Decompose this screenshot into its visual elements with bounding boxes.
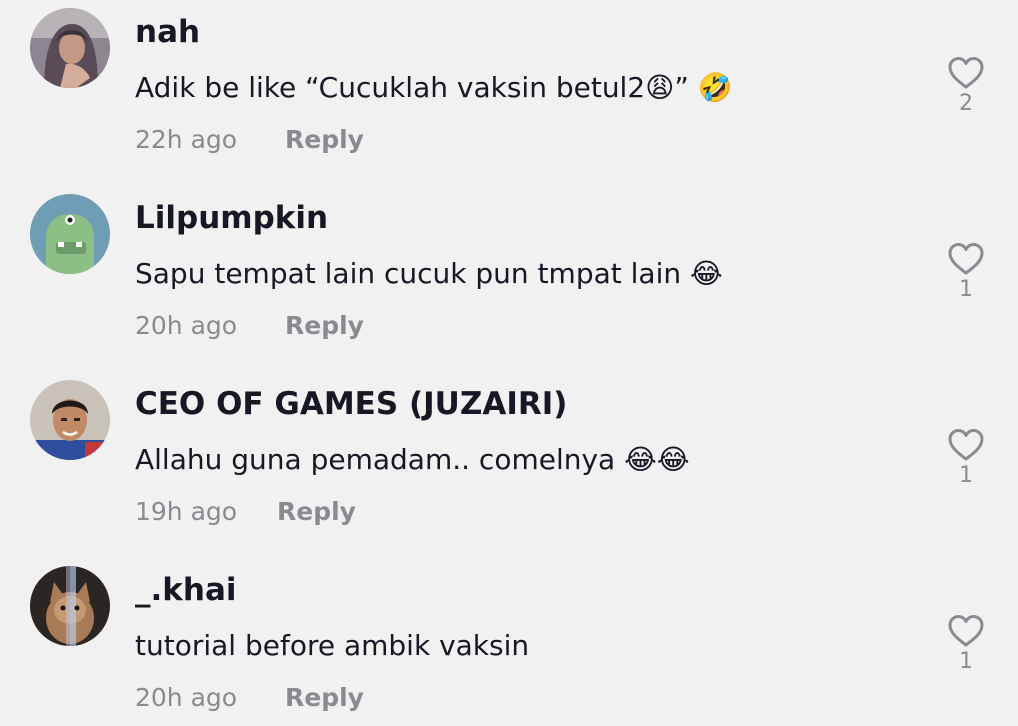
tears-of-joy-emoji-icon: 😂 [690,257,723,290]
like-button[interactable]: 1 [944,242,988,314]
heart-outline-icon [948,429,984,461]
avatar-green-monster-icon [30,194,110,274]
comment-text-part: Sapu tempat lain cucuk pun tmpat lain [135,257,690,290]
avatar-photo-icon [30,380,110,460]
comment-text: tutorial before ambik vaksin [135,626,529,666]
avatar[interactable] [30,566,110,646]
like-count: 2 [959,91,973,116]
reply-button[interactable]: Reply [285,308,364,344]
comment-timestamp: 19h ago [135,497,238,526]
like-count: 1 [959,463,973,488]
comment-item: CEO OF GAMES (JUZAIRI) Allahu guna pemad… [0,372,1018,558]
weary-face-emoji-icon: 😩 [645,71,675,104]
avatar[interactable] [30,8,110,88]
reply-button[interactable]: Reply [285,122,364,158]
heart-outline-icon [948,243,984,275]
reply-button[interactable]: Reply [285,680,364,716]
comment-text: Sapu tempat lain cucuk pun tmpat lain 😂 [135,254,723,294]
comment-item: nah Adik be like “Cucuklah vaksin betul2… [0,0,1018,186]
heart-outline-icon [948,615,984,647]
comment-timestamp: 22h ago [135,125,238,154]
like-count: 1 [959,277,973,302]
comment-text-part: Allahu guna pemadam.. comelnya [135,443,625,476]
reply-button[interactable]: Reply [277,494,356,530]
comment-list: nah Adik be like “Cucuklah vaksin betul2… [0,0,1018,726]
rofl-emoji-icon: 🤣 [697,71,733,104]
avatar-hijab-icon [30,8,110,88]
heart-outline-icon [948,57,984,89]
avatar-cat-photo-icon [30,566,110,646]
comment-username[interactable]: CEO OF GAMES (JUZAIRI) [135,384,567,424]
avatar[interactable] [30,194,110,274]
comment-timestamp: 20h ago [135,683,238,712]
like-button[interactable]: 1 [944,428,988,500]
comment-item: _.khai tutorial before ambik vaksin 20h … [0,558,1018,726]
comment-text-part: Adik be like “Cucuklah vaksin betul2 [135,71,646,104]
like-button[interactable]: 2 [944,56,988,128]
like-button[interactable]: 1 [944,614,988,686]
comment-username[interactable]: _.khai [135,570,237,610]
comment-item: Lilpumpkin Sapu tempat lain cucuk pun tm… [0,186,1018,372]
comment-text-part: tutorial before ambik vaksin [135,629,530,662]
tears-of-joy-emoji-icon: 😂😂 [624,443,690,476]
like-count: 1 [959,649,973,674]
avatar[interactable] [30,380,110,460]
comment-timestamp: 20h ago [135,311,238,340]
comment-text: Adik be like “Cucuklah vaksin betul2😩” 🤣 [135,68,733,108]
comment-text-part: ” [674,71,698,104]
comment-text: Allahu guna pemadam.. comelnya 😂😂 [135,440,690,480]
comment-username[interactable]: nah [135,12,200,52]
comment-username[interactable]: Lilpumpkin [135,198,328,238]
